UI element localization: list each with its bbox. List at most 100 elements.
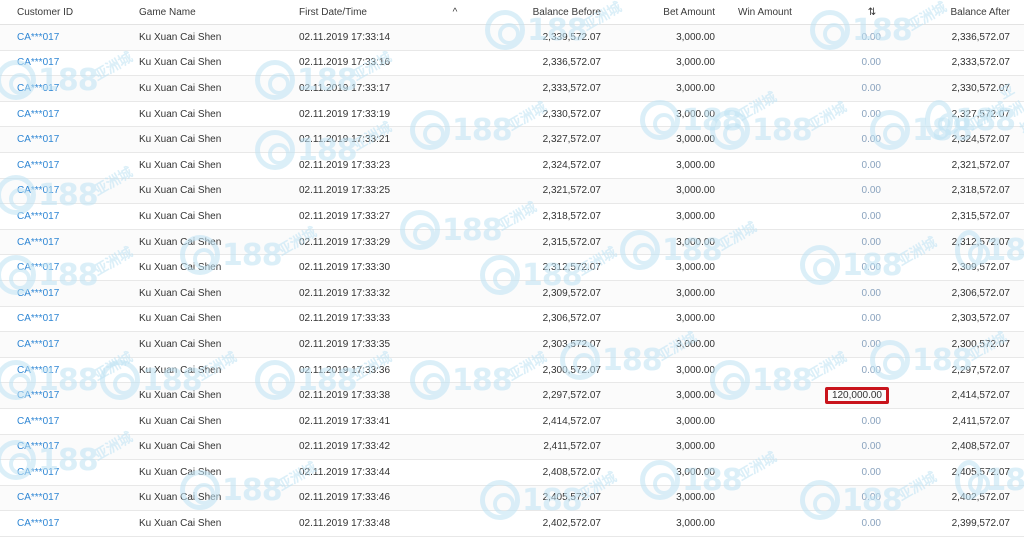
customer-id-link[interactable]: CA***017 bbox=[17, 153, 59, 178]
bet-amount-cell: 3,000.00 bbox=[676, 415, 715, 427]
table-row[interactable]: CA***017 Ku Xuan Cai Shen 02.11.2019 17:33… bbox=[0, 460, 1024, 486]
grid-header: Customer ID Game Name First Date/Time ^ … bbox=[0, 0, 1024, 25]
table-row[interactable]: CA***017 Ku Xuan Cai Shen 02.11.2019 17:33… bbox=[0, 434, 1024, 461]
win-amount-cell: 0.00 bbox=[861, 338, 881, 350]
game-name-cell: Ku Xuan Cai Shen bbox=[139, 338, 222, 350]
game-name-cell: Ku Xuan Cai Shen bbox=[139, 518, 222, 530]
customer-id-link[interactable]: CA***017 bbox=[17, 204, 59, 229]
game-name-cell: Ku Xuan Cai Shen bbox=[139, 57, 222, 69]
sort-toggle-icon[interactable]: ⇅ bbox=[866, 0, 878, 24]
customer-id-link[interactable]: CA***017 bbox=[17, 460, 59, 485]
table-row[interactable]: CA***017 Ku Xuan Cai Shen 02.11.2019 17:33… bbox=[0, 332, 1024, 358]
customer-id-link[interactable]: CA***017 bbox=[17, 307, 59, 332]
balance-after-cell: 2,399,572.07 bbox=[951, 518, 1010, 530]
header-first-date[interactable]: First Date/Time bbox=[299, 0, 367, 24]
balance-after-cell: 2,321,572.07 bbox=[951, 159, 1010, 171]
win-amount-cell: 0.00 bbox=[861, 82, 881, 94]
table-row[interactable]: CA***017 Ku Xuan Cai Shen 02.11.2019 17:33… bbox=[0, 127, 1024, 153]
balance-before-cell: 2,312,572.07 bbox=[542, 262, 601, 274]
balance-before-cell: 2,414,572.07 bbox=[542, 415, 601, 427]
date-cell: 02.11.2019 17:33:27 bbox=[299, 210, 391, 222]
table-row[interactable]: CA***017 Ku Xuan Cai Shen 02.11.2019 17:33… bbox=[0, 306, 1024, 333]
customer-id-link[interactable]: CA***017 bbox=[17, 511, 59, 536]
bet-amount-cell: 3,000.00 bbox=[676, 159, 715, 171]
table-row[interactable]: CA***017 Ku Xuan Cai Shen 02.11.2019 17:33… bbox=[0, 357, 1024, 384]
balance-before-cell: 2,306,572.07 bbox=[542, 313, 601, 325]
win-amount-cell: 0.00 bbox=[861, 210, 881, 222]
date-cell: 02.11.2019 17:33:36 bbox=[299, 364, 391, 376]
balance-after-cell: 2,408,572.07 bbox=[951, 441, 1010, 453]
date-cell: 02.11.2019 17:33:38 bbox=[299, 390, 391, 402]
table-row[interactable]: CA***017 Ku Xuan Cai Shen 02.11.2019 17:33… bbox=[0, 178, 1024, 205]
bet-amount-cell: 3,000.00 bbox=[676, 441, 715, 453]
customer-id-link[interactable]: CA***017 bbox=[17, 25, 59, 50]
customer-id-link[interactable]: CA***017 bbox=[17, 255, 59, 280]
balance-after-cell: 2,330,572.07 bbox=[951, 82, 1010, 94]
customer-id-link[interactable]: CA***017 bbox=[17, 281, 59, 306]
table-row[interactable]: CA***017 Ku Xuan Cai Shen 02.11.2019 17:33… bbox=[0, 255, 1024, 281]
table-row[interactable]: CA***017 Ku Xuan Cai Shen 02.11.2019 17:33… bbox=[0, 204, 1024, 230]
game-name-cell: Ku Xuan Cai Shen bbox=[139, 159, 222, 171]
win-amount-cell: 0.00 bbox=[861, 134, 881, 146]
customer-id-link[interactable]: CA***017 bbox=[17, 435, 59, 460]
table-row[interactable]: CA***017 Ku Xuan Cai Shen 02.11.2019 17:33… bbox=[0, 152, 1024, 179]
balance-before-cell: 2,327,572.07 bbox=[542, 134, 601, 146]
table-row[interactable]: CA***017 Ku Xuan Cai Shen 02.11.2019 17:33… bbox=[0, 76, 1024, 102]
customer-id-link[interactable]: CA***017 bbox=[17, 383, 59, 408]
balance-before-cell: 2,300,572.07 bbox=[542, 364, 601, 376]
header-customer-id[interactable]: Customer ID bbox=[17, 0, 73, 24]
bet-amount-cell: 3,000.00 bbox=[676, 338, 715, 350]
table-row[interactable]: CA***017 Ku Xuan Cai Shen 02.11.2019 17:33… bbox=[0, 280, 1024, 307]
balance-after-cell: 2,411,572.07 bbox=[952, 415, 1010, 427]
table-row[interactable]: CA***017 Ku Xuan Cai Shen 02.11.2019 17:33… bbox=[0, 25, 1024, 51]
customer-id-link[interactable]: CA***017 bbox=[17, 102, 59, 127]
header-win-amount[interactable]: Win Amount bbox=[738, 0, 792, 24]
balance-before-cell: 2,408,572.07 bbox=[542, 466, 601, 478]
header-balance-before[interactable]: Balance Before bbox=[533, 0, 601, 24]
win-amount-cell: 0.00 bbox=[861, 441, 881, 453]
customer-id-link[interactable]: CA***017 bbox=[17, 51, 59, 76]
date-cell: 02.11.2019 17:33:21 bbox=[299, 134, 391, 146]
sort-ascending-icon[interactable]: ^ bbox=[449, 0, 461, 24]
transactions-grid: Customer ID Game Name First Date/Time ^ … bbox=[0, 0, 1024, 539]
table-row[interactable]: CA***017 Ku Xuan Cai Shen 02.11.2019 17:33… bbox=[0, 511, 1024, 537]
date-cell: 02.11.2019 17:33:29 bbox=[299, 236, 391, 248]
customer-id-link[interactable]: CA***017 bbox=[17, 486, 59, 511]
table-row[interactable]: CA***017 Ku Xuan Cai Shen 02.11.2019 17:33… bbox=[0, 383, 1024, 409]
header-balance-after[interactable]: Balance After bbox=[951, 0, 1010, 24]
balance-before-cell: 2,318,572.07 bbox=[542, 210, 601, 222]
date-cell: 02.11.2019 17:33:42 bbox=[299, 441, 391, 453]
game-name-cell: Ku Xuan Cai Shen bbox=[139, 313, 222, 325]
bet-amount-cell: 3,000.00 bbox=[676, 313, 715, 325]
win-amount-cell: 0.00 bbox=[861, 236, 881, 248]
customer-id-link[interactable]: CA***017 bbox=[17, 179, 59, 204]
customer-id-link[interactable]: CA***017 bbox=[17, 127, 59, 152]
header-bet-amount[interactable]: Bet Amount bbox=[663, 0, 715, 24]
table-row[interactable]: CA***017 Ku Xuan Cai Shen 02.11.2019 17:33… bbox=[0, 101, 1024, 128]
game-name-cell: Ku Xuan Cai Shen bbox=[139, 364, 222, 376]
customer-id-link[interactable]: CA***017 bbox=[17, 409, 59, 434]
date-cell: 02.11.2019 17:33:16 bbox=[299, 57, 391, 69]
table-row[interactable]: CA***017 Ku Xuan Cai Shen 02.11.2019 17:33… bbox=[0, 50, 1024, 77]
game-name-cell: Ku Xuan Cai Shen bbox=[139, 492, 222, 504]
game-name-cell: Ku Xuan Cai Shen bbox=[139, 415, 222, 427]
balance-before-cell: 2,324,572.07 bbox=[542, 159, 601, 171]
bet-amount-cell: 3,000.00 bbox=[676, 108, 715, 120]
table-row[interactable]: CA***017 Ku Xuan Cai Shen 02.11.2019 17:33… bbox=[0, 485, 1024, 512]
customer-id-link[interactable]: CA***017 bbox=[17, 332, 59, 357]
customer-id-link[interactable]: CA***017 bbox=[17, 76, 59, 101]
customer-id-link[interactable]: CA***017 bbox=[17, 358, 59, 383]
game-name-cell: Ku Xuan Cai Shen bbox=[139, 390, 222, 402]
header-game-name[interactable]: Game Name bbox=[139, 0, 196, 24]
win-amount-cell: 0.00 bbox=[861, 466, 881, 478]
table-row[interactable]: CA***017 Ku Xuan Cai Shen 02.11.2019 17:33… bbox=[0, 229, 1024, 256]
date-cell: 02.11.2019 17:33:30 bbox=[299, 262, 391, 274]
win-amount-cell: 0.00 bbox=[861, 364, 881, 376]
win-amount-cell: 0.00 bbox=[861, 159, 881, 171]
customer-id-link[interactable]: CA***017 bbox=[17, 230, 59, 255]
balance-before-cell: 2,339,572.07 bbox=[542, 31, 601, 43]
table-row[interactable]: CA***017 Ku Xuan Cai Shen 02.11.2019 17:33… bbox=[0, 408, 1024, 435]
date-cell: 02.11.2019 17:33:32 bbox=[299, 287, 391, 299]
balance-after-cell: 2,300,572.07 bbox=[951, 338, 1010, 350]
highlighted-win-amount: 120,000.00 bbox=[824, 387, 889, 405]
